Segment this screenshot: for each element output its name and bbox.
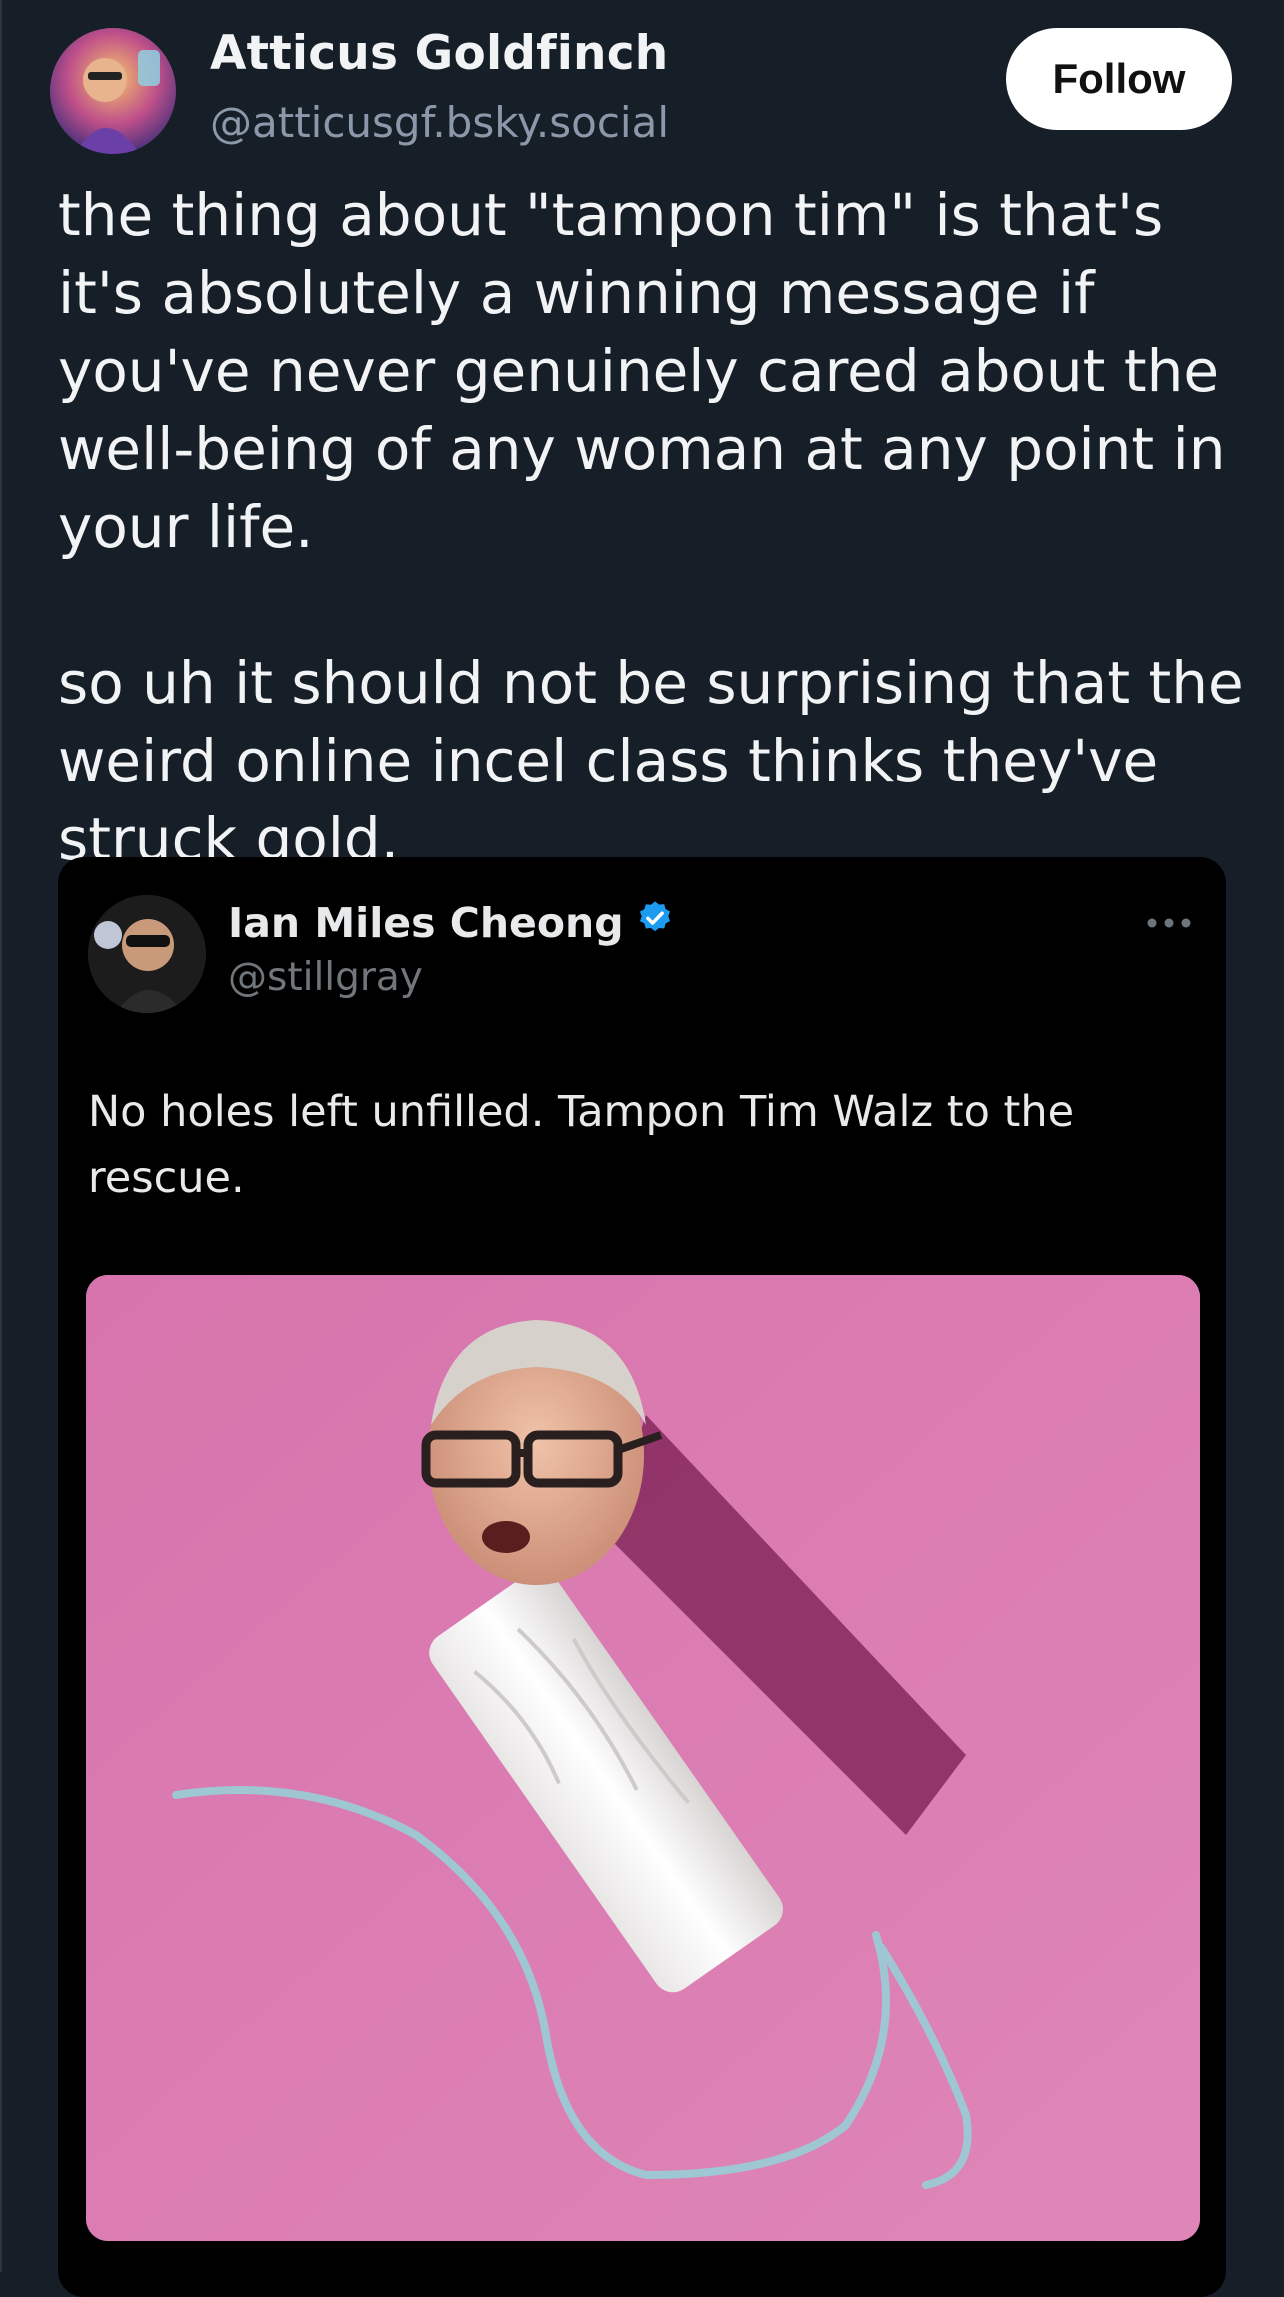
quoted-author-avatar xyxy=(88,895,206,1013)
follow-button[interactable]: Follow xyxy=(1006,28,1232,130)
left-border xyxy=(0,0,2,2272)
more-options-icon[interactable] xyxy=(1144,915,1194,931)
quoted-post-image[interactable] xyxy=(86,1275,1200,2241)
author-handle[interactable]: @atticusgf.bsky.social xyxy=(210,98,669,147)
quoted-author-name-row: Ian Miles Cheong xyxy=(228,899,674,947)
quoted-author-handle: @stillgray xyxy=(228,955,423,1000)
quoted-post-card[interactable]: Ian Miles Cheong @stillgray No holes lef… xyxy=(58,857,1226,2297)
post-body: the thing about "tampon tim" is that's i… xyxy=(58,176,1248,878)
verified-badge-icon xyxy=(636,899,674,947)
quoted-author-name: Ian Miles Cheong xyxy=(228,899,624,947)
post: Atticus Goldfinch @atticusgf.bsky.social… xyxy=(0,0,1284,2297)
post-paragraph: so uh it should not be surprising that t… xyxy=(58,649,1244,873)
author-avatar[interactable] xyxy=(50,28,176,154)
quoted-post-text: No holes left unfilled. Tampon Tim Walz … xyxy=(88,1087,1075,1203)
author-name[interactable]: Atticus Goldfinch xyxy=(210,26,668,81)
post-paragraph: the thing about "tampon tim" is that's i… xyxy=(58,181,1226,561)
